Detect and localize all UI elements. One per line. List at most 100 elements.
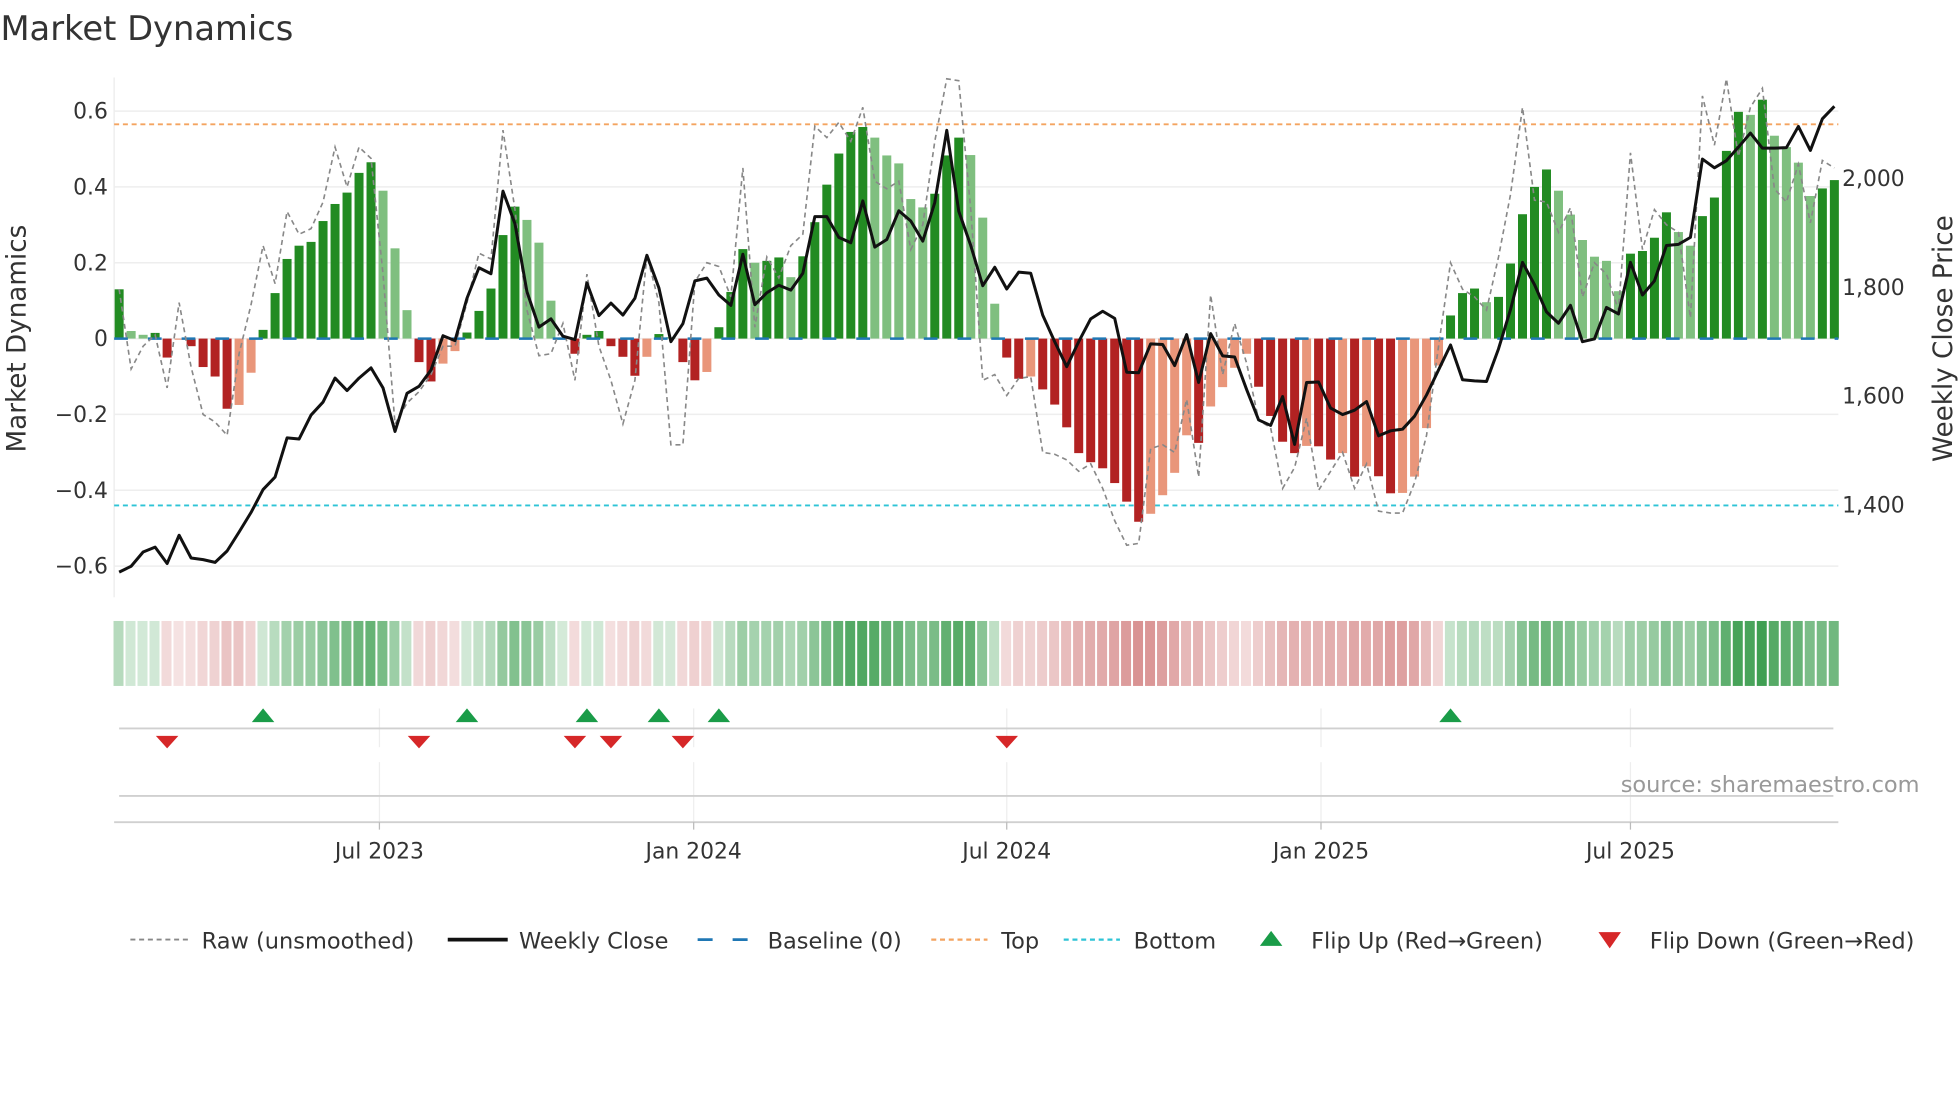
legend-label: Bottom xyxy=(1134,928,1216,954)
y-tick-label: −0.6 xyxy=(55,555,108,580)
heat-cell xyxy=(305,620,316,686)
heat-cell xyxy=(1312,620,1323,686)
heat-cell xyxy=(461,620,472,686)
heat-cell xyxy=(533,620,544,686)
y-tick-label: −0.4 xyxy=(55,479,108,504)
heat-cell xyxy=(425,620,436,686)
heat-cell xyxy=(1181,620,1192,686)
heat-cell xyxy=(1492,620,1503,686)
momentum-bar xyxy=(702,338,712,372)
heat-cell xyxy=(701,620,712,686)
legend-item-bottom: Bottom xyxy=(1063,928,1216,954)
heat-cell xyxy=(389,620,400,686)
momentum-bar xyxy=(1194,338,1204,443)
heat-cell xyxy=(761,620,772,686)
y-axis-label: Market Dynamics xyxy=(2,225,32,453)
heat-cell xyxy=(1432,620,1443,686)
momentum-bar xyxy=(1649,237,1659,339)
heat-cell xyxy=(281,620,292,686)
momentum-bar xyxy=(306,241,316,339)
heat-cell xyxy=(725,620,736,686)
momentum-bar xyxy=(1098,338,1108,469)
y2-axis-label: Weekly Close Price xyxy=(1929,215,1959,462)
flip-up-marker-icon xyxy=(575,708,599,723)
y-axis-right: 2,000 1,800 1,600 1,400 xyxy=(1842,167,1905,518)
heat-cell xyxy=(353,620,364,686)
momentum-bar xyxy=(1673,232,1683,339)
heat-cell xyxy=(1624,620,1635,686)
legend-item-flip_down: Flip Down (Green→Red) xyxy=(1598,928,1914,954)
heat-cell xyxy=(869,620,880,686)
heat-cell xyxy=(113,620,124,686)
heat-cell xyxy=(257,620,268,686)
heat-cell xyxy=(1792,620,1803,686)
flip-down-marker-icon xyxy=(407,735,431,749)
y-tick-label: 0.2 xyxy=(73,251,108,276)
heat-cell xyxy=(1013,620,1024,686)
heat-cell xyxy=(1205,620,1216,686)
momentum-bar xyxy=(618,338,628,357)
momentum-bar xyxy=(1721,150,1731,339)
heat-cell xyxy=(965,620,976,686)
heat-cell xyxy=(1360,620,1371,686)
heat-cell xyxy=(545,620,556,686)
heat-cell xyxy=(401,620,412,686)
momentum-bar xyxy=(810,222,820,339)
flip-up-marker-icon xyxy=(251,708,275,723)
heat-cell xyxy=(1768,620,1779,686)
heat-cell xyxy=(1780,620,1791,686)
momentum-bar xyxy=(138,334,148,339)
momentum-bar xyxy=(1781,147,1791,339)
momentum-bar xyxy=(1589,256,1599,339)
y-tick-label: 0 xyxy=(94,327,108,352)
heat-cell xyxy=(221,620,232,686)
flip-up-marker-icon xyxy=(707,708,731,723)
legend-item-baseline: Baseline (0) xyxy=(697,928,902,954)
momentum-bar xyxy=(1697,216,1707,339)
momentum-bar xyxy=(1577,240,1587,339)
x-tick-label: Jul 2024 xyxy=(960,839,1051,864)
momentum-bar xyxy=(1254,338,1264,387)
heat-strip xyxy=(113,620,1839,686)
heat-cell xyxy=(1264,620,1275,686)
heat-cell xyxy=(209,620,220,686)
heat-cell xyxy=(1133,620,1144,686)
flip-down-triangle-icon xyxy=(1598,932,1621,949)
momentum-bar xyxy=(714,327,724,339)
momentum-bar xyxy=(270,293,280,339)
flip-down-marker-icon xyxy=(671,735,695,749)
heat-cell xyxy=(449,620,460,686)
momentum-bar xyxy=(222,338,232,409)
momentum-bar xyxy=(210,338,220,377)
momentum-bar xyxy=(1601,260,1611,339)
momentum-bar xyxy=(834,153,844,339)
heat-cell xyxy=(365,620,376,686)
heat-cell xyxy=(497,620,508,686)
heat-cell xyxy=(413,620,424,686)
y2-tick-label: 1,400 xyxy=(1842,493,1905,518)
heat-cell xyxy=(1229,620,1240,686)
legend-item-raw: Raw (unsmoothed) xyxy=(130,928,414,954)
heat-cell xyxy=(749,620,760,686)
momentum-bar xyxy=(1062,338,1072,428)
flip-down-marker-icon xyxy=(155,735,179,749)
momentum-bar xyxy=(402,310,412,339)
momentum-bar xyxy=(258,329,268,339)
heat-cell xyxy=(977,620,988,686)
momentum-bar xyxy=(1458,293,1468,339)
y2-tick-label: 2,000 xyxy=(1842,167,1905,192)
y-axis-left: 0.6 0.4 0.2 0 −0.2 −0.4 −0.6 xyxy=(55,100,108,580)
heat-cell xyxy=(1696,620,1707,686)
heat-cell xyxy=(1480,620,1491,686)
heat-cell xyxy=(1241,620,1252,686)
heat-cell xyxy=(821,620,832,686)
heat-cell xyxy=(617,620,628,686)
heat-cell xyxy=(1372,620,1383,686)
momentum-bar xyxy=(1110,338,1120,484)
heat-cell xyxy=(1420,620,1431,686)
heat-cell xyxy=(1828,620,1839,686)
momentum-bar xyxy=(366,162,376,339)
momentum-bar xyxy=(954,137,964,339)
momentum-bar xyxy=(1829,180,1839,339)
heat-cell xyxy=(1001,620,1012,686)
